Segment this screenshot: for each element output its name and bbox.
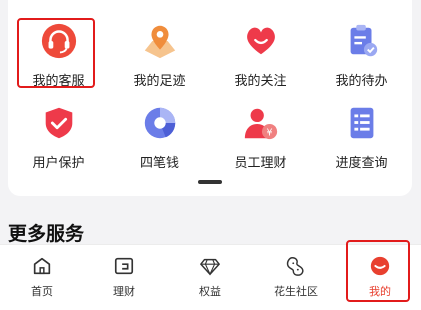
location-pin-icon — [144, 25, 175, 59]
grid-item-customer-service[interactable]: 我的客服 — [8, 14, 109, 96]
grid-item-employee-finance[interactable]: ¥ 员工理财 — [210, 96, 311, 178]
grid-item-label: 我的待办 — [335, 74, 388, 89]
page-indicator — [198, 180, 222, 184]
diamond-icon — [200, 258, 220, 276]
heart-icon — [246, 27, 275, 55]
grid-item-label: 用户保护 — [32, 156, 85, 171]
grid-item-user-protection[interactable]: 用户保护 — [8, 96, 109, 178]
service-grid: 我的客服 我的足迹 我的关注 我的待办 用户保护 四笔钱 ¥ 员工理财 进度查询 — [8, 14, 412, 178]
wallet-icon — [114, 257, 134, 275]
employee-finance-icon: ¥ — [244, 108, 277, 140]
tab-label: 权益 — [199, 285, 221, 298]
tab-label: 理财 — [113, 285, 135, 298]
service-card: 我的客服 我的足迹 我的关注 我的待办 用户保护 四笔钱 ¥ 员工理财 进度查询 — [8, 0, 412, 196]
grid-item-label: 进度查询 — [335, 156, 388, 171]
home-icon — [33, 257, 51, 275]
peanut-icon — [286, 257, 304, 276]
progress-list-icon — [350, 107, 373, 139]
section-title: 更多服务 — [8, 223, 85, 245]
grid-item-footprint[interactable]: 我的足迹 — [109, 14, 210, 96]
tab-community[interactable]: 花生社区 — [254, 245, 338, 310]
grid-item-label: 我的客服 — [32, 74, 85, 89]
grid-item-label: 员工理财 — [234, 156, 287, 171]
grid-item-four-money[interactable]: 四笔钱 — [109, 96, 210, 178]
grid-item-label: 我的足迹 — [133, 74, 186, 89]
pie-chart-icon — [144, 107, 175, 139]
svg-text:¥: ¥ — [266, 127, 272, 138]
tab-label: 首页 — [31, 285, 53, 298]
tab-label: 花生社区 — [274, 285, 318, 298]
tab-home[interactable]: 首页 — [0, 245, 84, 310]
shield-check-icon — [45, 107, 72, 139]
grid-item-progress[interactable]: 进度查询 — [311, 96, 412, 178]
tab-rights[interactable]: 权益 — [168, 245, 252, 310]
grid-item-label: 我的关注 — [234, 74, 287, 89]
highlight-box — [346, 240, 410, 302]
grid-item-todo[interactable]: 我的待办 — [311, 14, 412, 96]
headset-icon — [41, 23, 76, 59]
grid-item-follow[interactable]: 我的关注 — [210, 14, 311, 96]
tab-wealth[interactable]: 理财 — [82, 245, 166, 310]
clipboard-check-icon — [350, 24, 377, 57]
grid-item-label: 四笔钱 — [139, 156, 179, 171]
